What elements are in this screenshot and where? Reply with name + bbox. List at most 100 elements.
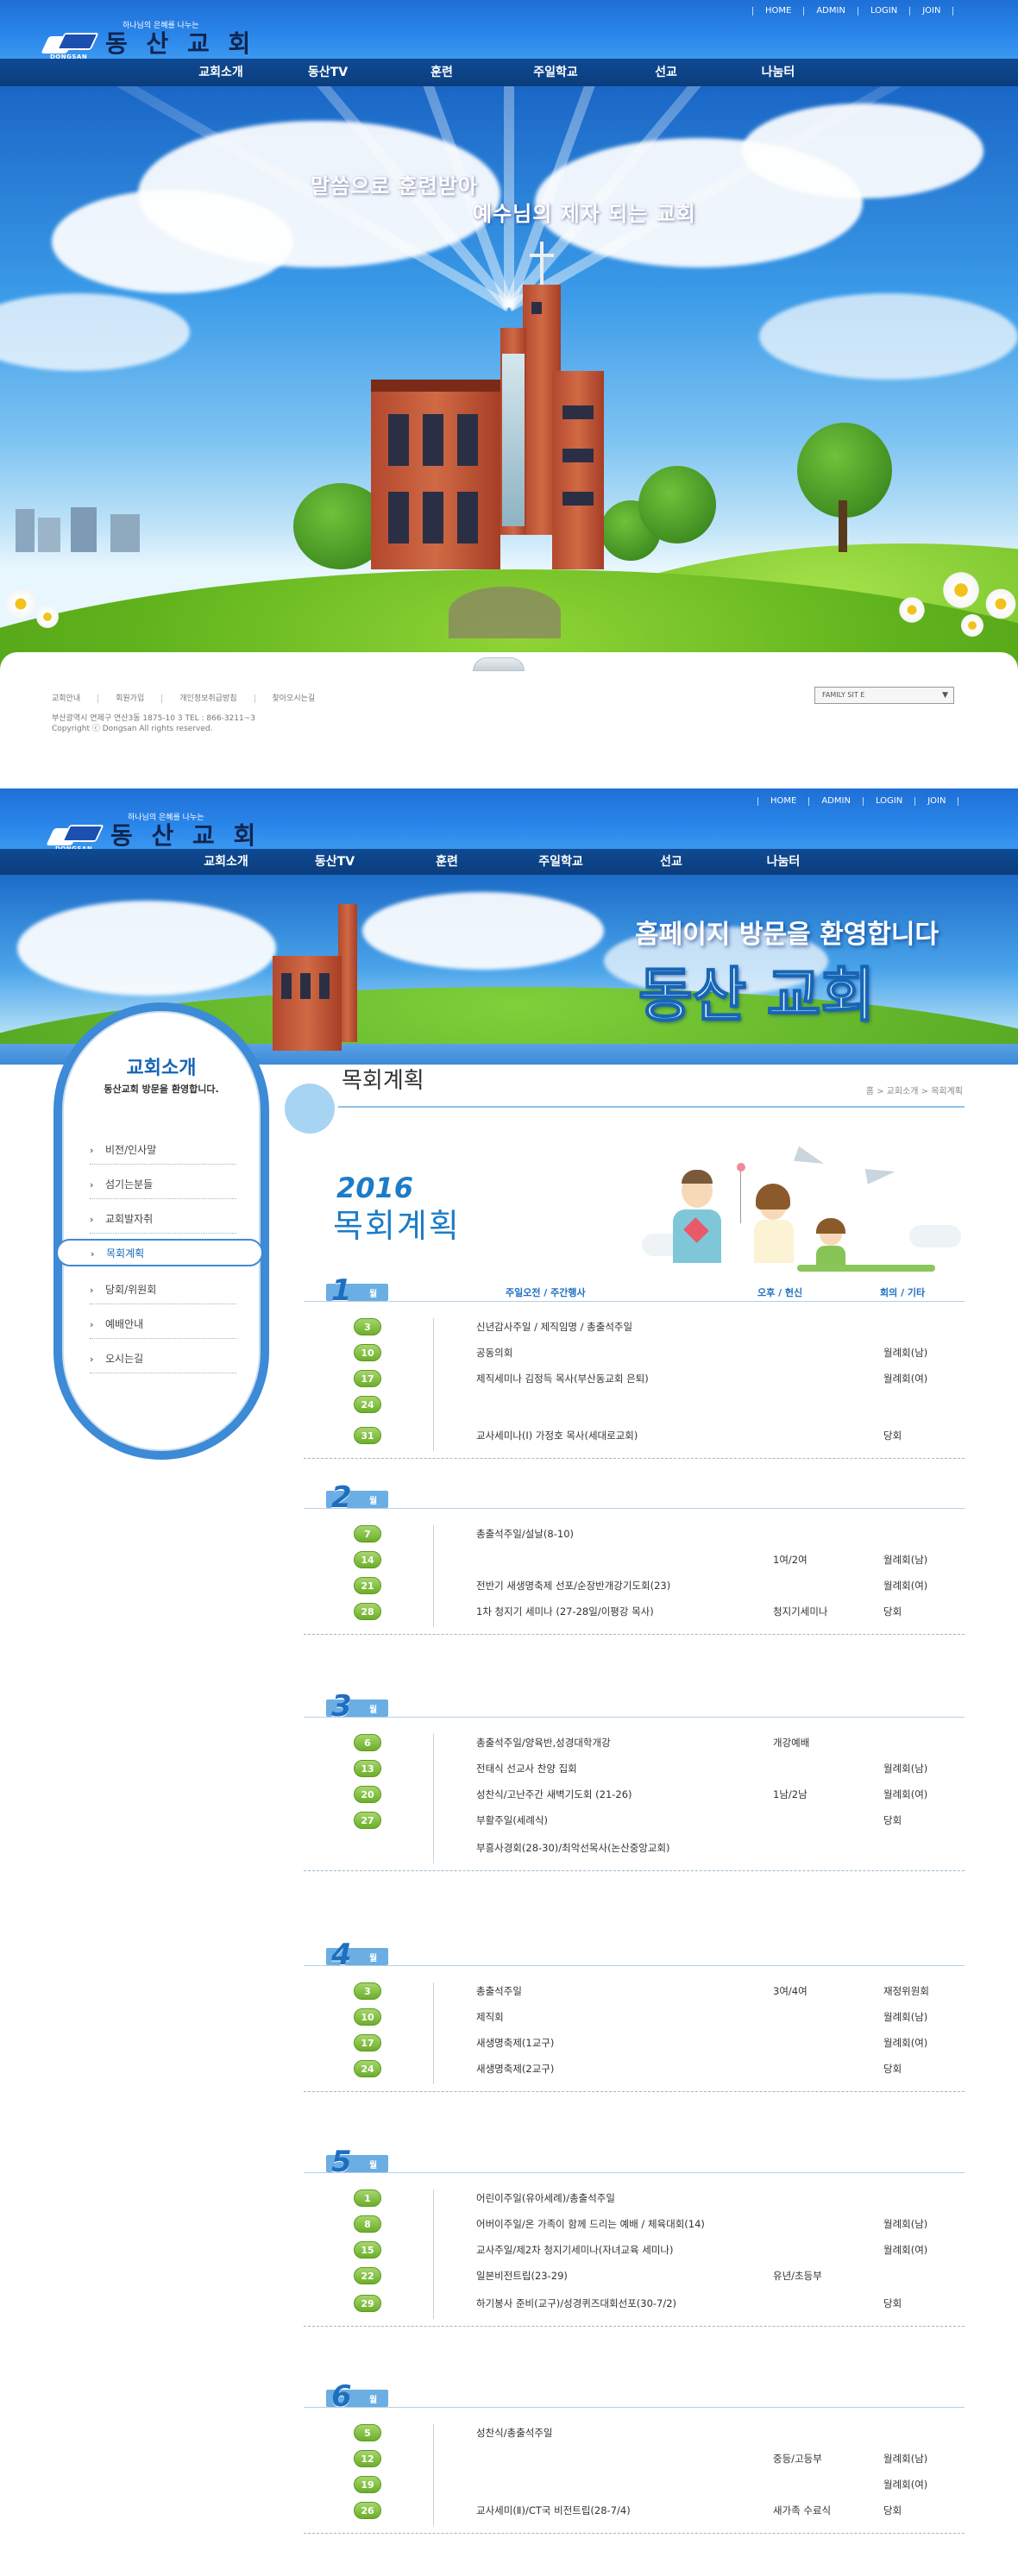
gnb-item-tv[interactable]: 동산TV — [276, 59, 380, 86]
event-text: 부활주일(세례식) — [476, 1814, 549, 1826]
side-nav-item-plan[interactable]: › 목회계획 — [56, 1239, 263, 1266]
gnb-item-tv[interactable]: 동산TV — [283, 849, 386, 875]
chevron-down-icon: ▼ — [942, 691, 948, 700]
side-nav-item-worship[interactable]: › 예배안내 — [90, 1310, 236, 1339]
gnb-item-intro[interactable]: 교회소개 — [169, 59, 273, 86]
gnb-item-sharing[interactable]: 나눔터 — [732, 849, 835, 875]
schedule-row: 12 중등/고등부 월례회(남) — [304, 2448, 965, 2469]
schedule-row: 6 총출석주일/양육반,성경대학개강 개강예배 — [304, 1732, 965, 1753]
day-badge: 3 — [354, 1982, 381, 2000]
schedule-row: 8 어버이주일/온 가족이 함께 드리는 예배 / 체육대회(14) 월례회(남) — [304, 2214, 965, 2234]
month-number: 5 — [331, 2145, 352, 2179]
schedule-row: 24 새생명축제(2교구) 당회 — [304, 2058, 965, 2079]
event-text: 제직세미나 김정득 목사(부산동교회 은퇴) — [476, 1373, 649, 1385]
gnb-item-mission[interactable]: 선교 — [614, 59, 718, 86]
side-nav-title: 교회소개 — [126, 1058, 197, 1079]
month-unit: 월 — [369, 2161, 378, 2171]
logo-name: 동 산 교 회 — [110, 821, 261, 850]
gnb-item-training[interactable]: 훈련 — [395, 849, 499, 875]
side-nav-item-staff[interactable]: › 섬기는분들 — [90, 1170, 236, 1199]
logo-mark-icon: DONGSAN — [46, 823, 104, 852]
gnb-item-sunday-school[interactable]: 주일학교 — [509, 849, 613, 875]
day-badge: 17 — [354, 1370, 381, 1387]
chevron-right-icon: › — [90, 1354, 94, 1365]
side-nav-item-directions[interactable]: › 오시는길 — [90, 1344, 236, 1373]
meeting-text: 당회 — [883, 1814, 902, 1826]
paper-plane-icon — [793, 1146, 827, 1172]
meeting-text: 월례회(남) — [883, 1554, 928, 1566]
month-unit: 월 — [369, 1706, 378, 1715]
pm-text: 개강예배 — [773, 1737, 810, 1749]
row-divider — [433, 1525, 434, 1627]
month-unit: 월 — [369, 1497, 378, 1506]
banner-welcome: 홈페이지 방문을 환영합니다 — [635, 920, 939, 950]
meeting-text: 당회 — [883, 1605, 902, 1618]
row-divider — [433, 1982, 434, 2084]
event-text: 1차 청지기 세미나 (27-28일/이평강 목사) — [476, 1605, 654, 1618]
main-logo[interactable]: DONGSAN 하나님의 은혜를 나누는 동 산 교 회 — [41, 19, 255, 60]
meeting-text: 당회 — [883, 2063, 902, 2075]
row-divider — [433, 1734, 434, 1863]
day-badge: 28 — [354, 1603, 381, 1620]
day-badge: 14 — [354, 1551, 381, 1568]
schedule-row: 21 전반기 새생명축제 선포/순장반개강기도회(23) 월례회(여) — [304, 1575, 965, 1596]
event-text: 전태식 선교사 찬양 집회 — [476, 1762, 577, 1775]
meeting-text: 월례회(여) — [883, 2037, 928, 2049]
login-link[interactable]: LOGIN — [857, 7, 909, 16]
schedule-row: 22 일본비전트립(23-29) 유년/초등부 — [304, 2265, 965, 2286]
pm-text: 3여/4여 — [773, 1985, 807, 1997]
sub-logo[interactable]: DONGSAN 하나님의 은혜를 나누는 동 산 교 회 — [46, 811, 261, 852]
footer-link-info[interactable]: 교회안내 — [52, 694, 99, 703]
footer-link-directions[interactable]: 찾아오시는길 — [273, 694, 333, 703]
month-divider — [304, 1870, 965, 1871]
side-nav-item-session[interactable]: › 당회/위원회 — [90, 1275, 236, 1304]
footer-address: 부산광역시 연제구 연산3동 1875-10 3 TEL : 866-3211~… — [52, 714, 255, 723]
day-badge: 22 — [354, 2267, 381, 2284]
admin-link[interactable]: ADMIN — [808, 797, 863, 806]
gnb-item-sharing[interactable]: 나눔터 — [726, 59, 830, 86]
month-number: 3 — [331, 1689, 352, 1724]
join-link[interactable]: JOIN — [914, 797, 959, 806]
day-badge: 19 — [354, 2476, 381, 2493]
gnb-item-sunday-school[interactable]: 주일학교 — [504, 59, 607, 86]
schedule-row: 31 교사세미나(Ⅰ) 가정호 목사(세대로교회) 당회 — [304, 1425, 965, 1446]
event-text: 어버이주일/온 가족이 함께 드리는 예배 / 체육대회(14) — [476, 2218, 705, 2230]
main-hero-visual: 말씀으로 훈련받아 예수님의 제자 되는 교회 — [0, 86, 1018, 673]
join-link[interactable]: JOIN — [909, 7, 954, 16]
admin-link[interactable]: ADMIN — [803, 7, 858, 16]
chevron-right-icon: › — [90, 1145, 94, 1156]
pm-text: 새가족 수료식 — [773, 2504, 832, 2516]
home-link[interactable]: HOME — [757, 797, 808, 806]
hero-scroll-handle[interactable] — [473, 657, 525, 671]
footer-link-join[interactable]: 회원가입 — [116, 694, 163, 703]
chevron-right-icon: › — [90, 1285, 94, 1296]
page-root: DONGSAN 하나님의 은혜를 나누는 동 산 교 회 HOME ADMIN … — [0, 0, 1018, 2576]
event-text: 성찬식/고난주간 새벽기도회 (21-26) — [476, 1788, 632, 1800]
login-link[interactable]: LOGIN — [862, 797, 914, 806]
meeting-text: 당회 — [883, 2504, 902, 2516]
col-header-pm: 오후 / 헌신 — [757, 1287, 803, 1298]
family-site-select[interactable]: FAMILY SIT E ▼ — [814, 687, 954, 704]
day-badge: 1 — [354, 2190, 381, 2207]
logo-mark-icon: DONGSAN — [41, 31, 99, 60]
breadcrumb: 홈 > 교회소개 > 목회계획 — [865, 1087, 963, 1096]
month-number: 4 — [331, 1938, 352, 1972]
gnb-item-training[interactable]: 훈련 — [390, 59, 493, 86]
event-text: 신년감사주일 / 제직임명 / 총출석주일 — [476, 1321, 633, 1333]
gnb-item-mission[interactable]: 선교 — [619, 849, 723, 875]
day-badge: 26 — [354, 2502, 381, 2519]
side-nav-item-vision[interactable]: › 비전/인사말 — [90, 1135, 236, 1165]
row-divider — [433, 2424, 434, 2526]
schedule-row: 7 총출석주일/설날(8-10) — [304, 1524, 965, 1544]
day-badge: 27 — [354, 1812, 381, 1829]
month-number: 6 — [331, 2379, 352, 2414]
gnb-item-intro[interactable]: 교회소개 — [174, 849, 278, 875]
day-badge: 12 — [354, 2450, 381, 2467]
event-text: 총출석주일 — [476, 1985, 522, 1997]
side-nav-item-history[interactable]: › 교회발자취 — [90, 1204, 236, 1234]
schedule-row: 27 부활주일(세례식) 당회 — [304, 1810, 965, 1831]
home-link[interactable]: HOME — [752, 7, 803, 16]
sub-gnb: 교회소개 동산TV 훈련 주일학교 선교 나눔터 — [0, 849, 1018, 875]
col-header-main: 주일오전 / 주간행사 — [506, 1287, 586, 1298]
footer-link-privacy[interactable]: 개인정보취급방침 — [179, 694, 255, 703]
